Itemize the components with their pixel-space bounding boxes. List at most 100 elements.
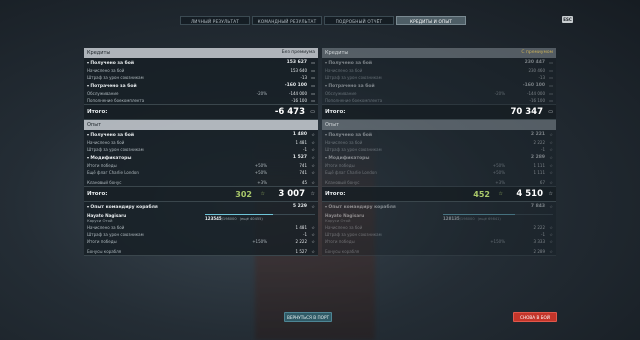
xp-income-row: Получено за бой 2 221 ☆ [322, 130, 556, 139]
credits-icon: ▭ [311, 98, 315, 103]
credits-expense-item-value: -144 000 [289, 91, 307, 96]
credits-icon: ▭ [549, 83, 553, 88]
xp-title: Опыт [87, 122, 102, 128]
credits-icon: ▭ [310, 109, 315, 115]
modifier-item-row: Клановый бонус +3% 45 ☆ [84, 179, 318, 186]
credits-total: Итого: -6 473 ▭ [84, 105, 318, 120]
credits-income-item-label: Начислено за бой [325, 68, 363, 73]
credits-total-value: -6 473 [274, 107, 305, 117]
credits-icon: ▭ [311, 75, 315, 80]
modifier-item-percent: +50% [492, 163, 505, 168]
battle-again-button[interactable]: СНОВА В БОЙ [513, 312, 557, 322]
commander-xp-item-label: Начислено за бой [87, 225, 125, 230]
xp-total-label: Итого: [87, 191, 108, 197]
credits-income-item-value: 230 460 [528, 68, 545, 73]
commander-xp-item-row: Штраф за урон союзникам -1 ☆ [322, 231, 556, 238]
modifier-item-percent: +50% [492, 170, 505, 175]
credits-icon: ▭ [549, 98, 553, 103]
modifier-item-value: 67 [539, 180, 545, 185]
modifier-item-label: Клановый бонус [325, 180, 360, 185]
xp-income-item-label: Штраф за урон союзникам [87, 147, 144, 152]
tab-team-result[interactable]: КОМАНДНЫЙ РЕЗУЛЬТАТ [252, 16, 322, 25]
xp-star-icon: ☆ [311, 204, 315, 209]
xp-star-icon: ☆ [311, 180, 315, 185]
xp-star-icon: ☆ [549, 239, 553, 244]
return-to-port-button[interactable]: ВЕРНУТЬСЯ В ПОРТ [284, 312, 332, 322]
modifier-item-percent: +50% [254, 170, 267, 175]
xp-title: Опыт [325, 122, 340, 128]
modifier-item-value: 741 [299, 170, 307, 175]
xp-star-icon: ☆ [549, 232, 553, 237]
commander-xp-item-value: -1 [541, 232, 545, 237]
xp-income-item-row: Начислено за бой 2 222 ☆ [322, 139, 556, 146]
modifier-item-label: Итоги победы [87, 163, 117, 168]
modifier-item-row: Ещё флаг Charlie London +50% 741 ☆ [84, 169, 318, 176]
close-button[interactable]: ESC [562, 16, 573, 23]
credits-header: Кредиты Без премиума [84, 48, 318, 58]
xp-star-icon: ☆ [549, 225, 553, 230]
commander-xp-bar [443, 213, 553, 216]
credits-expense-item-row: Пополнение боекомплекта -16 100 ▭ [322, 97, 556, 104]
xp-star-icon: ☆ [311, 140, 315, 145]
modifier-item-value: 45 [301, 180, 307, 185]
commander-info: Hayato Nagisaru Каруси Отой 128135/198000(… [322, 211, 556, 224]
credits-icon: ▭ [311, 91, 315, 96]
credits-expense-item-row: Пополнение боекомплекта -16 100 ▭ [84, 97, 318, 104]
commander-xp-value: 5 229 [292, 204, 307, 209]
xp-star-icon: ☆ [549, 204, 553, 209]
commander-xp-item-label: Начислено за бой [325, 225, 363, 230]
modifier-item-percent: +3% [495, 180, 505, 185]
tab-detailed-report[interactable]: ПОДРОБНЫЙ ОТЧЁТ [324, 16, 394, 25]
xp-total: Итого: 302 ☆ 3 007 ☆ [84, 187, 318, 202]
xp-income-label: Получено за бой [325, 132, 505, 138]
commander-xp-item-label: Штраф за урон союзникам [87, 232, 144, 237]
xp-income-value: 1 480 [292, 132, 307, 137]
commander-xp-max: /198000 [459, 217, 475, 222]
commander-xp-bar-fill [205, 213, 274, 216]
free-xp-value: 302 [235, 189, 252, 199]
commander-xp-item-value: -1 [303, 232, 307, 237]
credits-income-item-row: Начислено за бой 153 640 ▭ [84, 67, 318, 74]
commander-xp-item-label: Штраф за урон союзникам [325, 232, 382, 237]
modifier-item-percent: +3% [257, 180, 267, 185]
commander-xp-note: (ещё 40455) [239, 217, 263, 222]
xp-total-value: 4 510 [516, 189, 543, 199]
credits-income-item-row: Штраф за урон союзникам -13 ▭ [322, 74, 556, 81]
modifier-item-label: Ещё флаг Charlie London [87, 170, 139, 175]
credits-expense-item-label: Пополнение боекомплекта [87, 98, 145, 103]
credits-income-item-label: Начислено за бой [87, 68, 125, 73]
xp-income-item-row: Штраф за урон союзникам -1 ☆ [322, 146, 556, 153]
xp-star-icon: ☆ [549, 132, 553, 137]
commander-xp-row: Опыт командиру корабля 7 843 ☆ [322, 202, 556, 211]
credits-income-value: 153 627 [286, 60, 307, 65]
credits-total-value: 70 347 [510, 107, 543, 117]
credits-income-item-label: Штраф за урон союзникам [87, 75, 144, 80]
commander-xp-item-row: Бонусы корабля 2 289 ☆ [322, 248, 556, 255]
modifiers-label: Модификаторы [87, 155, 267, 161]
commander-xp-item-value: 1 527 [295, 249, 307, 254]
xp-total-label: Итого: [325, 191, 346, 197]
commander-ship: Каруси Отой [87, 217, 113, 223]
tab-personal-result[interactable]: ЛИЧНЫЙ РЕЗУЛЬТАТ [180, 16, 250, 25]
commander-xp-label: Опыт командиру корабля [325, 204, 505, 210]
credits-income-row: Получено за бой 230 447 ▭ [322, 58, 556, 67]
commander-xp-note: (ещё 69841) [477, 217, 501, 222]
xp-star-icon: ☆ [549, 249, 553, 254]
xp-income-item-row: Штраф за урон союзникам -1 ☆ [84, 146, 318, 153]
commander-xp-item-label: Итоги победы [87, 239, 117, 244]
tab-credits-xp[interactable]: КРЕДИТЫ И ОПЫТ [396, 16, 466, 25]
credits-expense-item-percent: -20% [494, 91, 505, 96]
modifiers-label: Модификаторы [325, 155, 505, 161]
commander-progress: 123545/198000 (ещё 40455) [205, 213, 315, 222]
xp-income-item-label: Начислено за бой [325, 140, 363, 145]
commander-xp-item-row: Начислено за бой 1 481 ☆ [84, 224, 318, 231]
xp-star-icon: ☆ [549, 163, 553, 168]
modifiers-value: 1 527 [292, 155, 307, 160]
xp-total: Итого: 452 ☆ 4 510 ☆ [322, 187, 556, 202]
credits-income-item-label: Штраф за урон союзникам [325, 75, 382, 80]
xp-star-icon: ☆ [311, 239, 315, 244]
xp-star-icon: ☆ [549, 140, 553, 145]
commander-xp-current: 123545 [205, 216, 222, 222]
credits-expense-row: Потрачено за бой -160 100 ▭ [84, 81, 318, 90]
commander-info: Hayato Nagisaru Каруси Отой 123545/198000(… [84, 211, 318, 224]
